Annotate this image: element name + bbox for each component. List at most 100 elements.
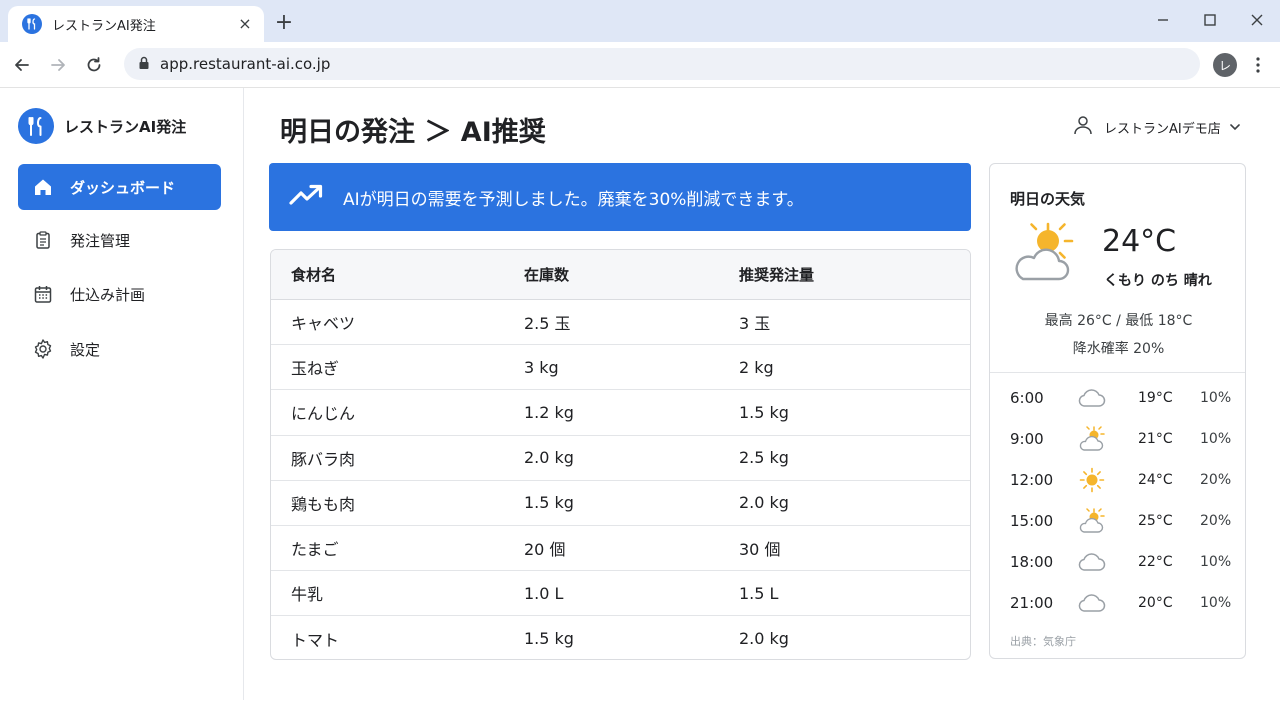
- hourly-temp: 25°C: [1138, 513, 1173, 529]
- weather-high-low: 最高 26°C / 最低 18°C: [1044, 313, 1193, 329]
- cell-ingredient: 玉ねぎ: [291, 359, 340, 379]
- sidebar-item-prep-plan[interactable]: 仕込み計画: [18, 271, 221, 317]
- hourly-time: 9:00: [1010, 430, 1044, 448]
- cloud-icon: [1076, 548, 1108, 576]
- forward-arrow-icon[interactable]: [46, 53, 70, 77]
- new-tab-button[interactable]: +: [272, 12, 296, 36]
- hourly-temp: 19°C: [1138, 390, 1173, 406]
- sidebar: レストランAI発注 ダッシュボード 発注管理 仕込み計画 設定: [0, 88, 244, 700]
- hourly-time: 15:00: [1010, 512, 1054, 530]
- user-name: レストランAIデモ店: [1104, 121, 1221, 137]
- sun-cloud-icon: [1076, 507, 1108, 535]
- column-header-ingredient: 食材名: [291, 266, 337, 284]
- hourly-row: 6:00 19°C 10%: [990, 384, 1247, 412]
- sidebar-item-label: ダッシュボード: [70, 178, 176, 197]
- close-window-icon[interactable]: [1244, 8, 1270, 32]
- user-icon: [1072, 114, 1094, 140]
- sun-cloud-icon: [1010, 222, 1076, 288]
- hourly-temp: 24°C: [1138, 472, 1173, 488]
- sidebar-item-dashboard[interactable]: ダッシュボード: [18, 164, 221, 210]
- chevron-down-icon: [1229, 120, 1241, 135]
- column-header-recommended: 推奨発注量: [739, 266, 815, 284]
- cloud-icon: [1076, 589, 1108, 617]
- weather-card: 明日の天気 24°C くもり のち 晴れ 最高 26°C / 最低 18°C 降…: [989, 163, 1246, 659]
- cell-recommended: 30 個: [739, 540, 781, 560]
- table-row[interactable]: たまご 20 個 30 個: [271, 526, 970, 572]
- cell-recommended: 1.5 kg: [739, 402, 789, 422]
- hourly-row: 21:00 20°C 10%: [990, 589, 1247, 617]
- table-row[interactable]: にんじん 1.2 kg 1.5 kg: [271, 390, 970, 436]
- hourly-temp: 22°C: [1138, 554, 1173, 570]
- user-menu[interactable]: レストランAIデモ店: [1072, 114, 1241, 140]
- page-title: 明日の発注 ＞ AI推奨: [280, 117, 546, 148]
- weather-source: 出典：気象庁: [1010, 635, 1076, 648]
- cell-ingredient: 牛乳: [291, 585, 324, 605]
- weather-temp: 24°C: [1102, 224, 1177, 259]
- table-row[interactable]: 牛乳 1.0 L 1.5 L: [271, 571, 970, 617]
- table-row[interactable]: 鶏もも肉 1.5 kg 2.0 kg: [271, 481, 970, 526]
- reload-icon[interactable]: [82, 53, 106, 77]
- tab-title: レストランAI発注: [52, 18, 156, 34]
- sidebar-item-label: 仕込み計画: [70, 285, 146, 304]
- cell-recommended: 3 玉: [739, 314, 771, 334]
- cloud-icon: [1076, 384, 1108, 412]
- cell-recommended: 2.0 kg: [739, 493, 789, 513]
- sidebar-item-settings[interactable]: 設定: [18, 326, 221, 372]
- cell-ingredient: 豚バラ肉: [291, 449, 356, 469]
- hourly-time: 21:00: [1010, 594, 1054, 612]
- cell-stock: 1.5 kg: [524, 629, 574, 649]
- sidebar-item-label: 設定: [70, 340, 101, 359]
- maximize-icon[interactable]: [1197, 8, 1223, 32]
- hourly-rain: 10%: [1200, 390, 1232, 406]
- cell-recommended: 1.5 L: [739, 583, 779, 603]
- fork-knife-icon: [18, 108, 54, 144]
- cell-recommended: 2.5 kg: [739, 448, 789, 468]
- lock-icon: [138, 55, 150, 74]
- trending-up-icon: [289, 183, 323, 211]
- calendar-icon: [32, 283, 54, 305]
- browser-menu-icon[interactable]: [1250, 53, 1266, 77]
- url-text: app.restaurant-ai.co.jp: [160, 55, 331, 73]
- clipboard-icon: [32, 229, 54, 251]
- hourly-time: 18:00: [1010, 553, 1054, 571]
- fork-knife-icon: [22, 14, 42, 34]
- cell-ingredient: 鶏もも肉: [291, 494, 356, 514]
- hourly-row: 12:00 24°C 20%: [990, 466, 1247, 494]
- hourly-rain: 20%: [1200, 472, 1232, 488]
- cell-stock: 2.5 玉: [524, 314, 571, 334]
- hourly-rain: 10%: [1200, 595, 1232, 611]
- cell-ingredient: キャベツ: [291, 314, 356, 334]
- cell-stock: 3 kg: [524, 357, 559, 377]
- table-row[interactable]: キャベツ 2.5 玉 3 玉: [271, 300, 970, 346]
- address-bar[interactable]: app.restaurant-ai.co.jp: [124, 48, 1200, 80]
- brand-name: レストランAI発注: [64, 117, 187, 136]
- table-row[interactable]: 玉ねぎ 3 kg 2 kg: [271, 345, 970, 391]
- banner-text: AIが明日の需要を予測しました。廃棄を30%削減できます。: [343, 189, 804, 210]
- weather-rain-chance: 降水確率 20%: [1072, 341, 1165, 357]
- table-row[interactable]: 豚バラ肉 2.0 kg 2.5 kg: [271, 436, 970, 481]
- profile-avatar[interactable]: レ: [1213, 53, 1237, 77]
- tab-close-button[interactable]: ×: [236, 15, 254, 33]
- hourly-rain: 10%: [1200, 431, 1232, 447]
- sidebar-item-orders[interactable]: 発注管理: [18, 217, 221, 263]
- browser-tab[interactable]: レストランAI発注 ×: [8, 6, 264, 42]
- column-header-stock: 在庫数: [524, 266, 570, 284]
- weather-condition: くもり のち 晴れ: [1104, 273, 1212, 289]
- hourly-rain: 10%: [1200, 554, 1232, 570]
- cell-stock: 1.2 kg: [524, 402, 574, 422]
- order-table: 食材名 在庫数 推奨発注量 キャベツ 2.5 玉 3 玉 玉ねぎ 3 kg 2 …: [270, 249, 971, 660]
- gear-icon: [32, 338, 54, 360]
- browser-tabstrip: レストランAI発注 × +: [0, 0, 1280, 42]
- minimize-icon[interactable]: [1150, 8, 1176, 32]
- divider: [990, 372, 1245, 373]
- back-arrow-icon[interactable]: [10, 53, 34, 77]
- hourly-row: 15:00 25°C 20%: [990, 507, 1247, 535]
- sun-icon: [1076, 466, 1108, 494]
- hourly-row: 9:00 21°C 10%: [990, 425, 1247, 453]
- hourly-time: 6:00: [1010, 389, 1044, 407]
- table-row[interactable]: トマト 1.5 kg 2.0 kg: [271, 616, 970, 659]
- cell-stock: 20 個: [524, 540, 566, 560]
- hourly-time: 12:00: [1010, 471, 1054, 489]
- home-icon: [32, 176, 54, 198]
- brand[interactable]: レストランAI発注: [18, 108, 186, 144]
